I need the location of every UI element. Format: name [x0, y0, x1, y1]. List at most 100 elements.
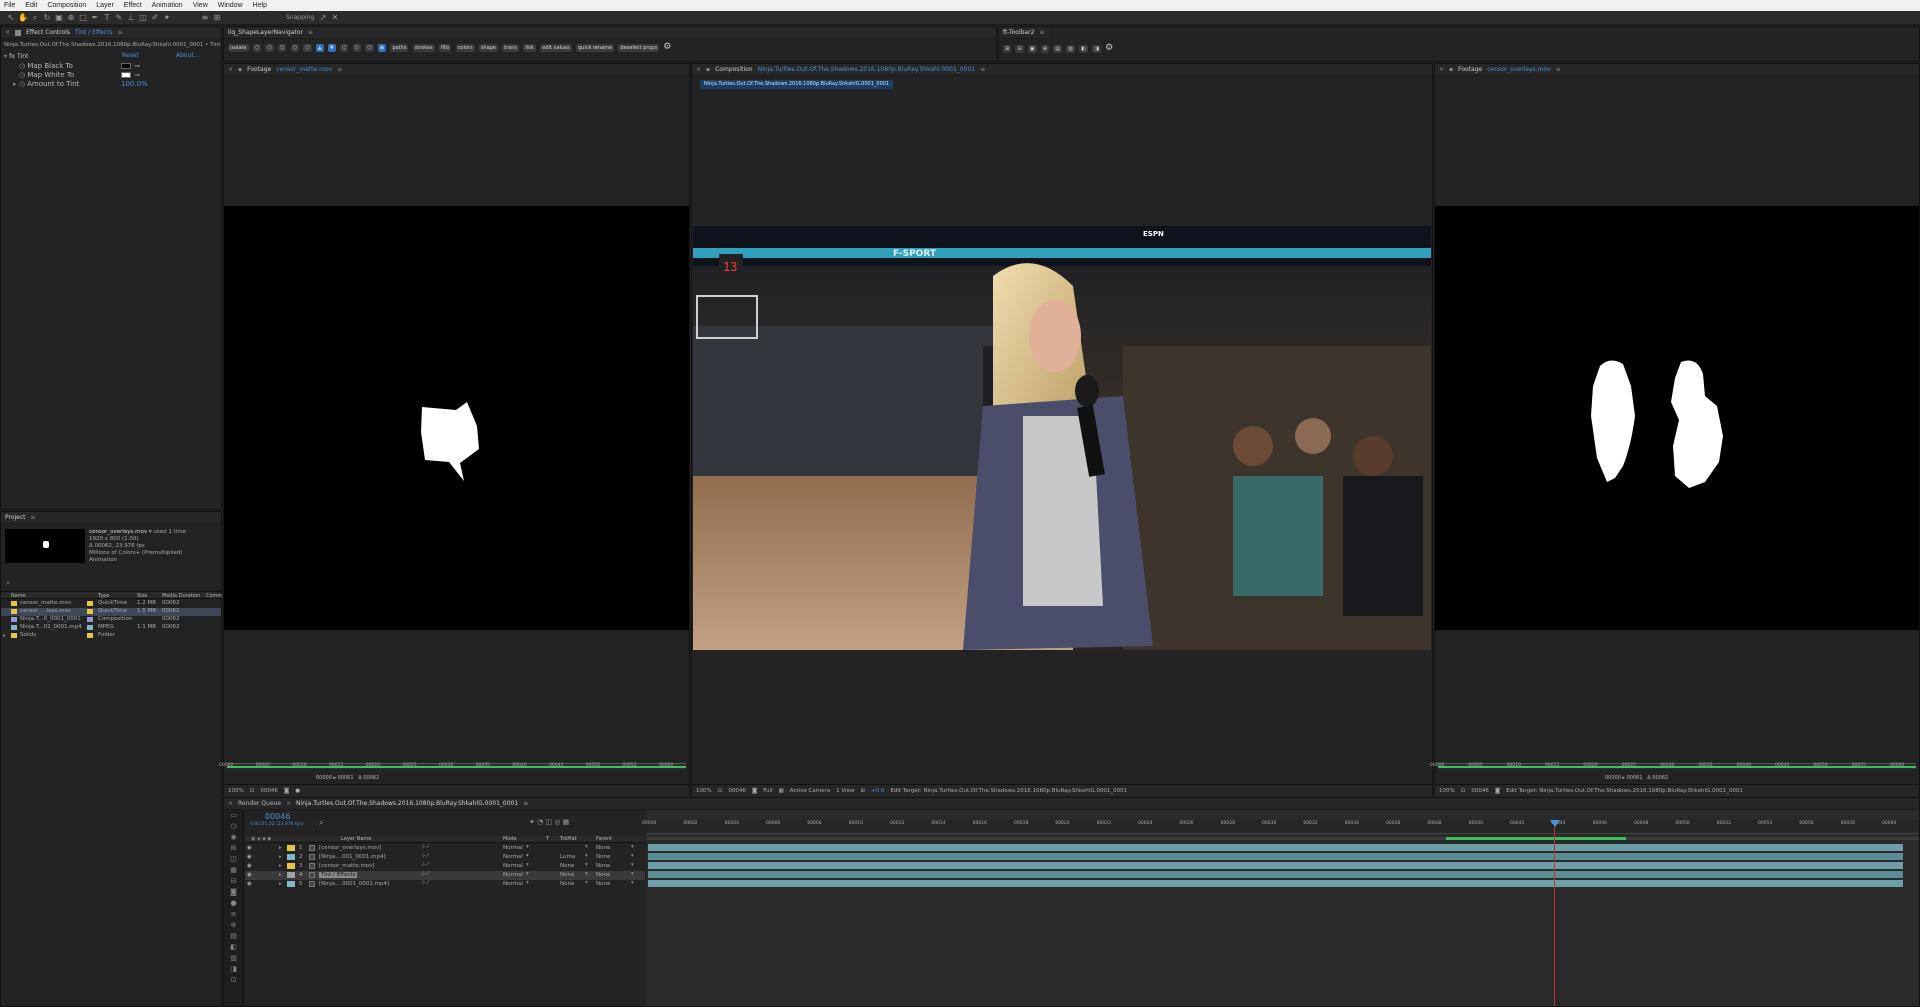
layer-duration-bar[interactable]: [648, 853, 1903, 860]
eraser-tool-icon[interactable]: ◫: [138, 13, 148, 22]
panel-menu-icon[interactable]: ≡: [308, 29, 313, 36]
layer-switch-icons[interactable]: ⊹ ⁄: [421, 862, 428, 868]
dropdown-arrow-icon[interactable]: ▾: [631, 844, 634, 850]
layer-switch-icons[interactable]: ⊹ ⁄: [421, 853, 428, 859]
shape-button-7[interactable]: ⬡: [352, 44, 361, 52]
zoom-value[interactable]: 100%: [1439, 788, 1455, 794]
ft-tool-2-icon[interactable]: ⊟: [1015, 45, 1024, 53]
label-color-swatch[interactable]: [287, 872, 295, 878]
mode-dropdown[interactable]: Normal: [503, 863, 523, 869]
snap-options-icon[interactable]: ↗: [318, 13, 328, 22]
frame-value[interactable]: 00046: [728, 788, 746, 794]
dropdown-arrow-icon[interactable]: ▾: [631, 880, 634, 886]
shape-button-6[interactable]: ⬡: [340, 44, 349, 52]
mode-dropdown[interactable]: Normal: [503, 845, 523, 851]
layer-row[interactable]: ◉ ▸ 2 [Ninja....001_0001.mp4] ⊹ ⁄ Normal ▾ Luma…: [245, 853, 645, 862]
panel-lock-icon[interactable]: [15, 29, 22, 36]
expand-arrow-icon[interactable]: ▸: [279, 872, 282, 878]
move-up-button[interactable]: ▲: [315, 44, 324, 52]
paths-button[interactable]: paths: [390, 44, 409, 52]
col-comment[interactable]: Comm: [206, 593, 222, 599]
close-icon[interactable]: ×: [228, 800, 233, 807]
rotate-tool-icon[interactable]: ↻: [42, 13, 52, 22]
col-size[interactable]: Size: [137, 593, 147, 599]
fills-button[interactable]: fills: [438, 44, 452, 52]
fit-icon[interactable]: ⊡: [1461, 788, 1466, 794]
layer-duration-bar[interactable]: [648, 862, 1903, 869]
close-icon[interactable]: ×: [1439, 66, 1444, 73]
visibility-eye-icon[interactable]: ◉: [247, 845, 252, 851]
panel-menu-icon[interactable]: ≡: [1039, 29, 1044, 36]
dropdown-arrow-icon[interactable]: ▾: [585, 880, 588, 886]
layer-name[interactable]: [Ninja....0001_0001.mp4]: [319, 881, 389, 887]
trkmat-dropdown[interactable]: None: [560, 872, 574, 878]
footage-left-viewer[interactable]: [224, 206, 689, 630]
out-point[interactable]: 00061: [338, 775, 354, 781]
local-axis-icon[interactable]: ⊞: [212, 13, 222, 22]
close-icon[interactable]: ×: [696, 66, 701, 73]
layer-name[interactable]: [Ninja....001_0001.mp4]: [319, 854, 386, 860]
out-point[interactable]: 00061: [1627, 775, 1643, 781]
ft-toolbar-tab[interactable]: ft-Toolbar2: [1003, 29, 1034, 36]
type-tool-icon[interactable]: T: [102, 13, 112, 22]
col-type[interactable]: Type: [98, 593, 109, 599]
close-icon[interactable]: ×: [228, 66, 233, 73]
col-trkmat[interactable]: TrkMat: [560, 836, 577, 842]
layer-name[interactable]: Tint / Effects: [319, 872, 358, 878]
layer-duration-bar[interactable]: [648, 871, 1903, 878]
dropdown-arrow-icon[interactable]: ▾: [631, 853, 634, 859]
col-name[interactable]: Name: [11, 593, 26, 599]
plugin-tab[interactable]: liq_ShapeLayerNavigator: [228, 29, 303, 36]
mode-dropdown[interactable]: Normal: [503, 881, 523, 887]
close-icon[interactable]: ×: [5, 29, 10, 36]
label-swatch[interactable]: [87, 609, 93, 614]
ft-settings-icon[interactable]: ⚙: [1105, 43, 1113, 53]
label-color-swatch[interactable]: [287, 854, 295, 860]
eyedropper-icon[interactable]: ⊸: [134, 62, 140, 70]
roto-brush-tool-icon[interactable]: ✐: [150, 13, 160, 22]
view-layout-dropdown[interactable]: 1 View: [836, 788, 854, 794]
dropdown-arrow-icon[interactable]: ▾: [585, 871, 588, 877]
expand-arrow-icon[interactable]: ▸: [279, 854, 282, 860]
ft-tool-4-icon[interactable]: ⊕: [1040, 45, 1050, 53]
dropdown-arrow-icon[interactable]: ▾: [526, 871, 529, 877]
expand-arrow-icon[interactable]: ▸: [3, 633, 6, 639]
mode-dropdown[interactable]: Normal: [503, 854, 523, 860]
selection-tool-icon[interactable]: ↖: [6, 13, 16, 22]
expand-arrow-icon[interactable]: ▸: [279, 881, 282, 887]
panel-menu-icon[interactable]: ≡: [1556, 66, 1561, 73]
about-link[interactable]: About...: [176, 52, 199, 59]
amount-value[interactable]: 100.0%: [121, 80, 148, 88]
strokes-button[interactable]: strokes: [412, 44, 435, 52]
toggle-icon[interactable]: ⊞: [860, 788, 865, 794]
snapshot-icon[interactable]: ◙: [284, 788, 289, 794]
parent-dropdown[interactable]: None: [596, 872, 610, 878]
stopwatch-icon[interactable]: ◷: [19, 80, 25, 88]
zoom-value[interactable]: 100%: [696, 788, 712, 794]
project-tab[interactable]: Project: [5, 514, 26, 521]
menu-help[interactable]: Help: [253, 2, 267, 9]
dropdown-arrow-icon[interactable]: ▾: [526, 853, 529, 859]
composition-tab[interactable]: Composition: [715, 66, 752, 73]
panel-lock-icon[interactable]: ▪: [1449, 66, 1453, 73]
label-swatch[interactable]: [87, 625, 93, 630]
panel-menu-icon[interactable]: ≡: [337, 66, 342, 73]
move-down-button[interactable]: ▼: [327, 44, 336, 52]
footage-right-tab[interactable]: Footage: [1458, 66, 1482, 73]
col-layer-name[interactable]: Layer Name: [341, 836, 371, 842]
parent-dropdown[interactable]: None: [596, 845, 610, 851]
menu-file[interactable]: File: [4, 2, 15, 9]
visibility-eye-icon[interactable]: ◉: [247, 863, 252, 869]
close-icon[interactable]: ×: [286, 800, 291, 807]
dropdown-arrow-icon[interactable]: ▾: [526, 880, 529, 886]
align-icon[interactable]: ≡: [200, 13, 210, 22]
layer-row[interactable]: ◉ ▸ 5 [Ninja....0001_0001.mp4] ⊹ ⁄ Normal ▾ Non…: [245, 880, 645, 889]
zoom-value[interactable]: 100%: [228, 788, 244, 794]
isolate-button[interactable]: isolate: [228, 44, 249, 52]
visibility-eye-icon[interactable]: ◉: [247, 854, 252, 860]
zoom-tool-icon[interactable]: ⌕: [30, 13, 40, 22]
layer-row[interactable]: ◉ ▸ 3 [censor_matte.mov] ⊹ ⁄ Normal ▾ None ▾ None…: [245, 862, 645, 871]
snap-edge-icon[interactable]: ✕: [330, 13, 340, 22]
effect-row-tint[interactable]: ▾ fx Tint Reset About...: [4, 52, 220, 62]
ft-tool-6-icon[interactable]: ▥: [1066, 45, 1075, 53]
